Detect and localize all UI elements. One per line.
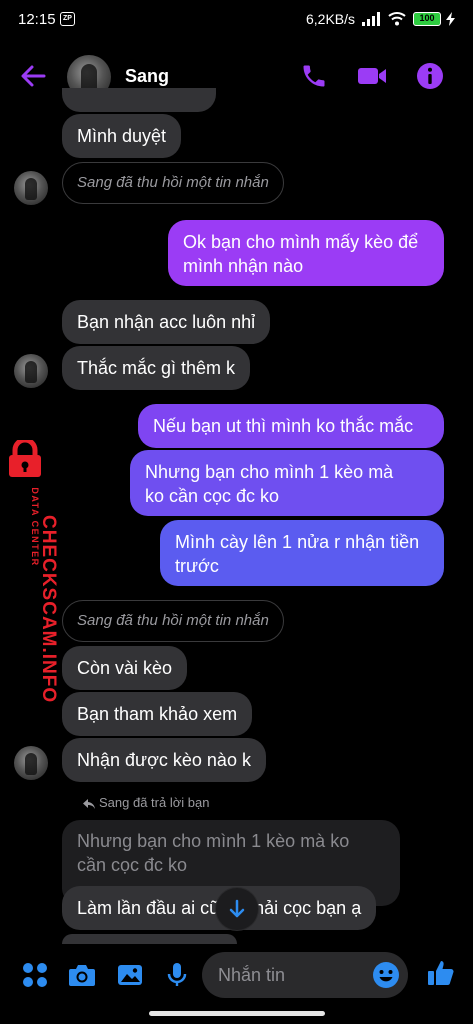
arrow-down-icon	[229, 899, 245, 918]
home-indicator[interactable]	[149, 1011, 325, 1016]
message-text-line: ko cần cọc đc ko	[145, 486, 280, 506]
message-text: Nhận được kèo nào k	[77, 750, 251, 770]
recall-text: Sang đã thu hồi một tin nhắn	[77, 174, 269, 191]
thumbs-up-icon[interactable]	[426, 958, 456, 988]
quoted-text-line: Nhưng bạn cho mình 1 kèo mà ko	[77, 831, 350, 851]
contact-name[interactable]: Sang	[125, 66, 169, 87]
camera-icon[interactable]	[67, 960, 97, 990]
wifi-icon	[388, 12, 406, 26]
message-text-line: Mình cày lên 1 nửa r nhận tiền	[175, 532, 420, 552]
battery-icon: 100	[413, 12, 441, 26]
emoji-icon[interactable]	[372, 961, 400, 989]
menu-grid-icon[interactable]	[20, 960, 50, 990]
message-text: Nếu bạn ut thì mình ko thắc mắc	[153, 416, 414, 436]
watermark: DATA CENTER CHECKSCAM.INFO	[0, 434, 59, 703]
phone-call-icon[interactable]	[300, 62, 328, 90]
message-text: Bạn nhận acc luôn nhỉ	[77, 312, 256, 332]
message-bubble-outgoing[interactable]: Nhưng bạn cho mình 1 kèo mà ko cần cọc đ…	[130, 450, 444, 516]
message-bubble-outgoing[interactable]: Mình cày lên 1 nửa r nhận tiền trước	[160, 520, 444, 586]
network-speed: 6,2KB/s	[306, 11, 356, 27]
recalled-message-notice: Sang đã thu hồi một tin nhắn	[62, 162, 284, 204]
message-bubble-incoming[interactable]: Nhận được kèo nào k	[62, 738, 266, 782]
sender-avatar[interactable]	[14, 171, 48, 205]
message-text-line: Ok bạn cho mình mấy kèo để	[183, 232, 419, 252]
microphone-icon[interactable]	[162, 960, 192, 990]
message-text: Bạn tham khảo xem	[77, 704, 238, 724]
message-bubble-outgoing[interactable]: Ok bạn cho mình mấy kèo để mình nhận nào	[168, 220, 444, 286]
status-bar: 12:15 ZP 6,2KB/s 100	[0, 0, 473, 38]
message-bubble-incoming[interactable]: Mình duyệt	[62, 114, 182, 158]
message-bubble-incoming[interactable]: Thắc mắc gì thêm k	[62, 346, 251, 390]
message-text-line: Nhưng bạn cho mình 1 kèo mà	[145, 462, 394, 482]
message-text: Còn vài kèo	[77, 658, 173, 678]
message-text-line: trước	[175, 556, 219, 576]
reply-label: Sang đã trả lời bạn	[99, 795, 210, 810]
message-bubble-incoming[interactable]: Còn vài kèo	[62, 646, 188, 690]
sender-avatar[interactable]	[14, 354, 48, 388]
quoted-text-line: cần cọc đc ko	[77, 855, 188, 875]
gallery-icon[interactable]	[115, 960, 145, 990]
recall-text: Sang đã thu hồi một tin nhắn	[77, 612, 269, 629]
message-bubble-incoming[interactable]: Bạn tham khảo xem	[62, 692, 253, 736]
recalled-message-notice: Sang đã thu hồi một tin nhắn	[62, 600, 284, 642]
zalopay-notification-icon: ZP	[60, 12, 75, 26]
message-composer	[0, 944, 473, 1008]
scroll-to-bottom-button[interactable]	[216, 888, 258, 930]
message-text: Thắc mắc gì thêm k	[77, 358, 236, 378]
message-bubble-outgoing[interactable]: Nếu bạn ut thì mình ko thắc mắc	[138, 404, 444, 448]
video-call-icon[interactable]	[356, 62, 388, 90]
message-text-line: mình nhận nào	[183, 256, 304, 276]
sender-avatar[interactable]	[14, 746, 48, 780]
reply-arrow-icon	[83, 799, 95, 809]
charging-icon	[446, 12, 455, 26]
back-arrow-icon[interactable]	[20, 63, 46, 89]
message-bubble-incoming-partial[interactable]	[62, 934, 237, 944]
watermark-title: CHECKSCAM.INFO	[38, 515, 59, 704]
info-icon[interactable]	[416, 62, 444, 90]
message-text: Mình duyệt	[77, 126, 167, 146]
message-bubble-incoming-partial[interactable]	[62, 88, 216, 112]
signal-icon	[362, 12, 380, 26]
status-time: 12:15	[18, 11, 56, 28]
message-bubble-incoming[interactable]: Bạn nhận acc luôn nhỉ	[62, 300, 271, 344]
